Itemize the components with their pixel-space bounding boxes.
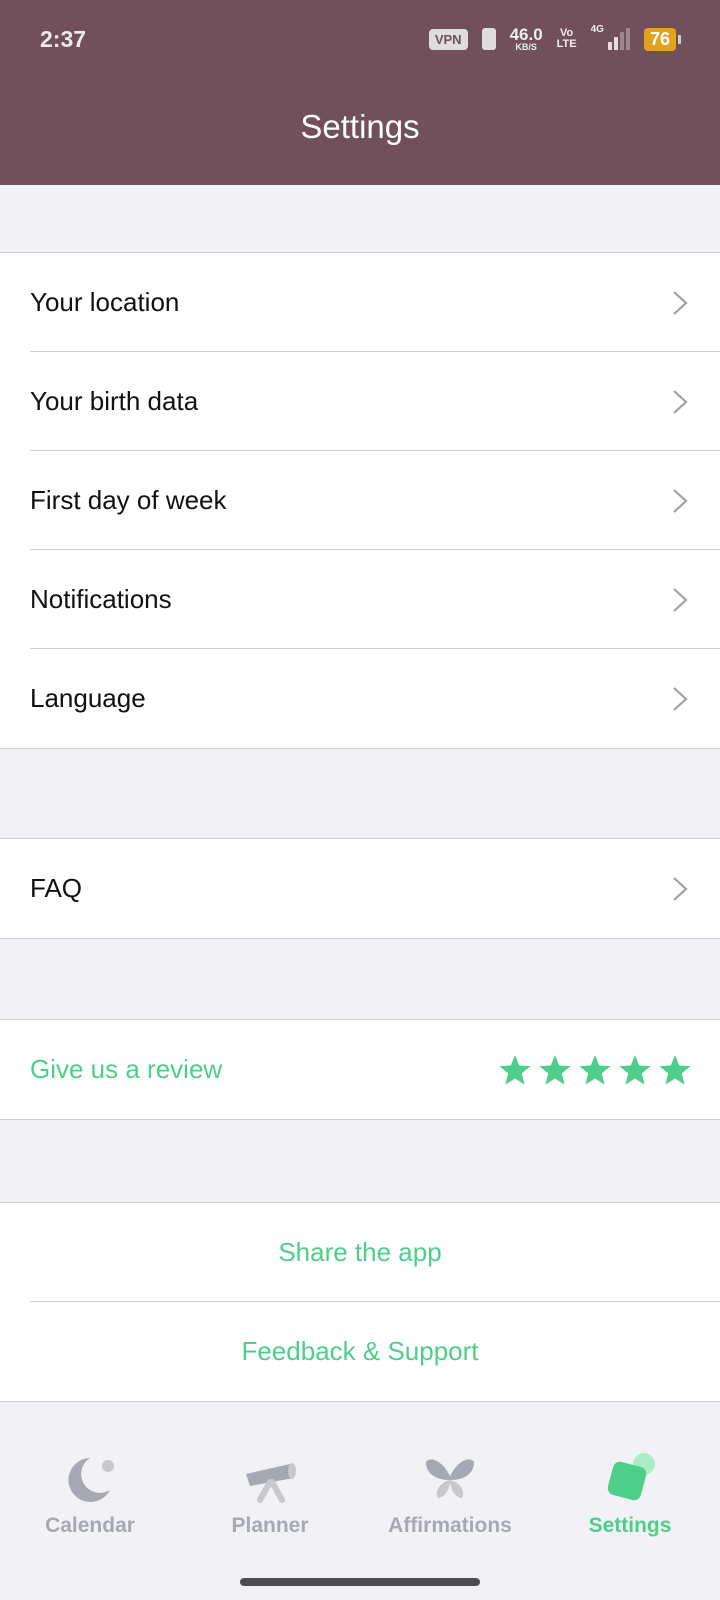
bottom-tab-bar: Calendar Planner Affirmations Settings (0, 1430, 720, 1600)
moon-icon (68, 1458, 114, 1502)
faq-group: FAQ (0, 838, 720, 939)
vibrate-icon (481, 28, 496, 50)
tab-planner[interactable]: Planner (180, 1452, 360, 1538)
volte-icon: Vo LTE (556, 27, 577, 50)
page-title: Settings (300, 107, 420, 145)
network-type: 4G (590, 24, 604, 35)
chevron-right-icon (673, 290, 688, 315)
settings-item-location[interactable]: Your location (0, 253, 720, 352)
app-header: Settings (0, 82, 720, 185)
settings-item-label: First day of week (30, 485, 227, 515)
chevron-right-icon (673, 686, 688, 711)
tab-label: Affirmations (388, 1514, 512, 1537)
tab-label: Planner (231, 1514, 309, 1537)
faq-label: FAQ (30, 873, 83, 903)
settings-list: Your location Your birth data First day … (0, 252, 720, 749)
share-app-label: Share the app (278, 1237, 442, 1267)
faq-item[interactable]: FAQ (0, 839, 720, 938)
settings-icon (607, 1453, 655, 1501)
star-icon[interactable] (658, 1053, 692, 1087)
star-icon[interactable] (498, 1053, 532, 1087)
chevron-right-icon (673, 876, 688, 901)
status-icons: VPN 46.0 KB/S Vo LTE 4G 76 (428, 24, 682, 52)
star-icon[interactable] (578, 1053, 612, 1087)
settings-item-birth-data[interactable]: Your birth data (0, 352, 720, 451)
review-group: Give us a review (0, 1019, 720, 1120)
network-speed: 46.0 KB/S (509, 25, 543, 52)
feedback-support-label: Feedback & Support (241, 1336, 479, 1366)
telescope-icon (246, 1463, 296, 1503)
review-item[interactable]: Give us a review (0, 1020, 720, 1119)
tab-settings[interactable]: Settings (540, 1452, 720, 1538)
tab-affirmations[interactable]: Affirmations (360, 1452, 540, 1538)
chevron-right-icon (673, 389, 688, 414)
chevron-right-icon (673, 587, 688, 612)
settings-item-label: Your birth data (30, 386, 199, 416)
status-time: 2:37 (40, 26, 87, 52)
star-icon[interactable] (618, 1053, 652, 1087)
settings-item-first-day-of-week[interactable]: First day of week (0, 451, 720, 550)
settings-item-language[interactable]: Language (0, 649, 720, 748)
tab-label: Settings (588, 1514, 672, 1537)
settings-item-label: Language (30, 683, 146, 713)
settings-item-label: Notifications (30, 584, 172, 614)
star-icon[interactable] (538, 1053, 572, 1087)
status-bar: 2:37 VPN 46.0 KB/S Vo LTE 4G 76 (0, 0, 720, 82)
tab-calendar[interactable]: Calendar (0, 1452, 180, 1538)
review-label: Give us a review (30, 1054, 223, 1084)
butterfly-icon (426, 1459, 474, 1498)
tab-label: Calendar (45, 1514, 135, 1537)
share-feedback-group: Share the app Feedback & Support (0, 1202, 720, 1402)
settings-item-label: Your location (30, 287, 180, 317)
settings-item-notifications[interactable]: Notifications (0, 550, 720, 649)
battery-icon: 76 (643, 27, 682, 51)
share-app-button[interactable]: Share the app (0, 1203, 720, 1302)
rating-stars[interactable] (498, 1053, 692, 1087)
vpn-icon: VPN (428, 28, 468, 50)
feedback-support-button[interactable]: Feedback & Support (0, 1302, 720, 1401)
home-indicator[interactable] (240, 1578, 480, 1586)
signal-icon (607, 28, 630, 50)
chevron-right-icon (673, 488, 688, 513)
